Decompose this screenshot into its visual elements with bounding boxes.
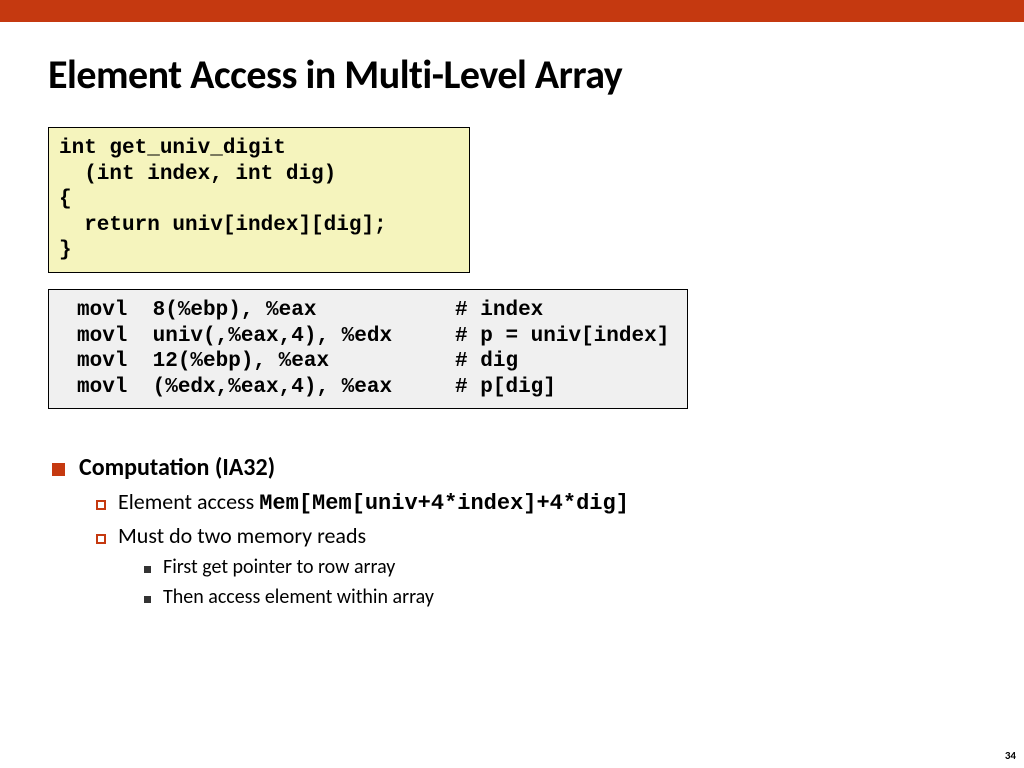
bullet-level3: Then access element within array (144, 585, 976, 609)
square-bullet-icon (52, 463, 65, 476)
slide-title: Element Access in Multi-Level Array (48, 50, 976, 99)
square-outline-bullet-icon (96, 534, 106, 544)
header-bar (0, 0, 1024, 22)
square-outline-bullet-icon (96, 500, 106, 510)
small-square-bullet-icon (144, 596, 151, 603)
c-code-box: int get_univ_digit (int index, int dig) … (48, 127, 470, 273)
bullet-level1: Computation (IA32) (52, 453, 976, 482)
bullet-level2: Must do two memory reads (96, 522, 976, 549)
bullet-list: Computation (IA32) Element access Mem[Me… (48, 453, 976, 609)
bullet-level2: Element access Mem[Mem[univ+4*index]+4*d… (96, 488, 976, 516)
slide-content: Element Access in Multi-Level Array int … (0, 22, 1024, 609)
bullet-level3: First get pointer to row array (144, 555, 976, 579)
small-square-bullet-icon (144, 566, 151, 573)
page-number: 34 (1005, 749, 1016, 762)
bullet-text: Computation (IA32) (79, 453, 275, 482)
bullet-text: First get pointer to row array (163, 555, 395, 579)
bullet-text: Then access element within array (163, 585, 434, 609)
bullet-text: Element access Mem[Mem[univ+4*index]+4*d… (118, 488, 629, 516)
bullet-text: Must do two memory reads (118, 522, 366, 549)
asm-code-box: movl 8(%ebp), %eax # index movl univ(,%e… (48, 289, 688, 409)
